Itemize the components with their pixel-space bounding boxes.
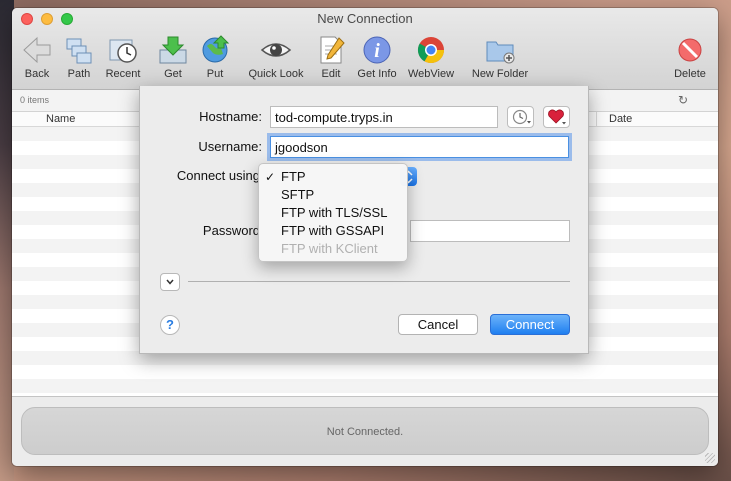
delete-icon (678, 38, 702, 62)
divider (188, 281, 570, 282)
upload-globe-icon (202, 35, 230, 63)
webview-label: WebView (407, 68, 455, 80)
hostname-label: Hostname: (199, 109, 262, 124)
menu-item-label: FTP with TLS/SSL (281, 205, 388, 220)
menu-item-ftp[interactable]: ✓ FTP (259, 168, 407, 186)
recent-hosts-button[interactable] (507, 106, 534, 128)
menu-item-label: FTP with GSSAPI (281, 223, 385, 238)
path-icon (66, 38, 92, 64)
newfolder-button[interactable]: New Folder (470, 34, 530, 80)
quicklook-label: Quick Look (248, 68, 304, 80)
delete-label: Delete (674, 68, 706, 80)
window-title: New Connection (317, 11, 413, 26)
webview-button[interactable]: WebView (401, 34, 461, 80)
eye-icon (260, 43, 292, 57)
getinfo-label: Get Info (357, 68, 397, 80)
checkmark-icon: ✓ (265, 170, 276, 184)
menu-item-sftp[interactable]: SFTP (259, 186, 407, 204)
chrome-icon (417, 37, 445, 64)
password-field[interactable] (410, 220, 570, 242)
cancel-button[interactable]: Cancel (398, 314, 478, 335)
menu-item-label: FTP (281, 169, 306, 184)
connect-button[interactable]: Connect (490, 314, 570, 335)
hostname-field[interactable]: tod-compute.tryps.in (270, 106, 498, 128)
menu-item-ftp-gssapi[interactable]: FTP with GSSAPI (259, 222, 407, 240)
chevron-down-icon (166, 279, 174, 285)
quicklook-button[interactable]: Quick Look (246, 34, 306, 80)
protocol-menu: ✓ FTP SFTP FTP with TLS/SSL FTP with GSS… (258, 163, 408, 262)
disclosure-button[interactable] (160, 273, 180, 291)
username-field[interactable]: jgoodson (270, 136, 569, 158)
menu-item-label: FTP with KClient (281, 241, 378, 256)
help-button[interactable]: ? (160, 315, 180, 335)
delete-button[interactable]: Delete (660, 34, 718, 80)
recent-clock-icon (512, 109, 531, 125)
heart-icon (548, 109, 566, 125)
getinfo-button[interactable]: i Get Info (347, 34, 407, 80)
svg-text:i: i (374, 40, 380, 62)
item-count: 0 items (20, 95, 50, 105)
put-button[interactable]: Put (185, 34, 245, 80)
username-label: Username: (198, 139, 262, 154)
toolbar: New Connection Back Path Recent Get Put … (12, 8, 718, 90)
menu-item-label: SFTP (281, 187, 315, 202)
resize-handle[interactable] (705, 453, 715, 463)
column-divider (596, 112, 597, 127)
info-icon: i (363, 36, 391, 64)
connection-status: Not Connected. (21, 407, 709, 455)
menu-item-ftp-tls[interactable]: FTP with TLS/SSL (259, 204, 407, 222)
folder-add-icon (486, 41, 515, 64)
refresh-icon[interactable]: ↻ (678, 93, 688, 107)
status-bar: Not Connected. (12, 396, 718, 466)
recent-clock-icon (109, 39, 137, 63)
password-label: Password (202, 223, 260, 238)
connection-status-text: Not Connected. (326, 426, 404, 438)
newfolder-label: New Folder (471, 68, 529, 80)
favorites-button[interactable] (543, 106, 570, 128)
column-date[interactable]: Date (609, 113, 632, 125)
put-label: Put (206, 68, 224, 80)
edit-pencil-icon (320, 36, 345, 64)
connect-using-label: Connect using (176, 168, 260, 183)
column-name[interactable]: Name (46, 113, 75, 125)
menu-item-ftp-kclient: FTP with KClient (259, 240, 407, 258)
